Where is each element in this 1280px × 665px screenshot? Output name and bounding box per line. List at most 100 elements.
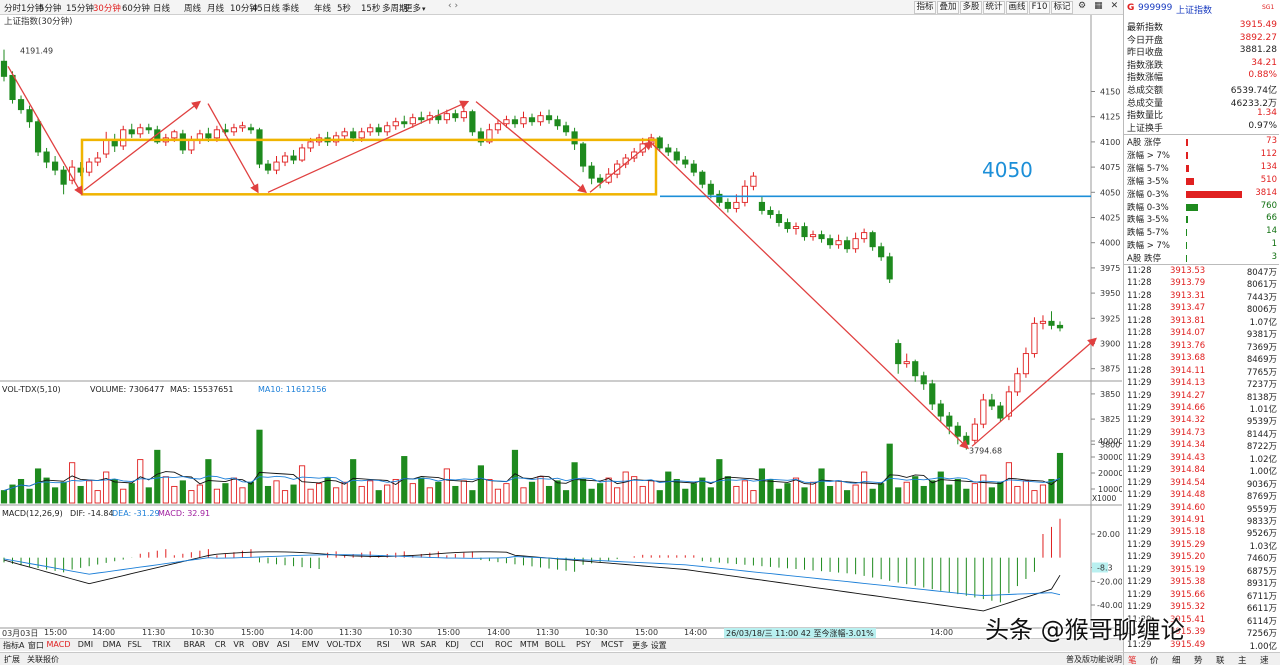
tick-row[interactable]: 11:29 3914.73 8144万 [1124,428,1279,441]
period-2[interactable]: 5分钟 [39,2,61,14]
tool-button-2[interactable]: 多股 [960,1,982,14]
indicator-tab-24[interactable]: 更多 [632,640,648,651]
tool-button-6[interactable]: 标记 [1051,1,1073,14]
panel-tab-0[interactable]: 笔 [1128,654,1137,665]
candle-body [350,131,357,139]
period-16[interactable]: 更多 [404,2,426,14]
expand-button[interactable]: 扩展 [4,654,20,665]
tick-row[interactable]: 11:29 3914.54 9036万 [1124,478,1279,491]
panel-tab-6[interactable]: 速 [1260,654,1269,665]
tick-row[interactable]: 11:29 3914.84 1.00亿 [1124,465,1279,478]
period-8[interactable]: 月线 [207,2,224,14]
security-code[interactable]: 999999 [1138,3,1172,13]
indicator-tab-11[interactable]: ASI [277,640,290,649]
tick-row[interactable]: 11:29 3915.19 6875万 [1124,565,1279,578]
indicator-tab-8[interactable]: CR [215,640,226,649]
indicator-tab-4[interactable]: DMA [103,640,122,649]
panel-tab-1[interactable]: 价 [1150,654,1159,665]
period-3[interactable]: 15分钟 [66,2,94,14]
tick-row[interactable]: 11:29 3914.27 8138万 [1124,391,1279,404]
tick-row[interactable]: 11:29 3914.91 9833万 [1124,515,1279,528]
tick-row[interactable]: 11:29 3914.66 1.01亿 [1124,403,1279,416]
tick-row[interactable]: 11:28 3913.81 1.07亿 [1124,316,1279,329]
tick-row[interactable]: 11:28 3913.31 7443万 [1124,291,1279,304]
tool-button-3[interactable]: 统计 [983,1,1005,14]
grid-icon[interactable]: ▦ [1094,1,1103,11]
panel-tab-2[interactable]: 细 [1172,654,1181,665]
indicator-tab-12[interactable]: EMV [302,640,319,649]
indicator-tab-13[interactable]: VOL-TDX [327,640,362,649]
indicator-tab-21[interactable]: BOLL [545,640,566,649]
period-4[interactable]: 30分钟 [93,2,121,14]
tool-button-1[interactable]: 叠加 [937,1,959,14]
indicator-tab-23[interactable]: MCST [601,640,623,649]
tick-volume: 7237万 [1246,380,1277,391]
candlestick-chart[interactable]: 4150 4125 4100 4075 4050 4025 4000 3975 3950 3925… [0,15,1123,638]
tick-row[interactable]: 11:28 3913.79 8061万 [1124,278,1279,291]
breadth-label: 跌幅 > 7% [1127,241,1171,252]
gear-icon[interactable]: ⚙ [1078,1,1086,11]
period-0[interactable]: 分时 [4,2,21,14]
tick-row[interactable]: 11:29 3914.43 1.02亿 [1124,453,1279,466]
tick-row[interactable]: 11:29 3914.13 7237万 [1124,378,1279,391]
tick-row[interactable]: 11:28 3914.07 9381万 [1124,328,1279,341]
security-name[interactable]: 上证指数 [1176,3,1212,16]
candle-body [724,201,731,209]
period-nav-arrows[interactable]: ‹ › [448,1,458,11]
close-icon[interactable]: ✕ [1111,1,1119,11]
tool-button-5[interactable]: F10 [1029,1,1050,14]
panel-tab-4[interactable]: 联 [1216,654,1225,665]
period-7[interactable]: 周线 [184,2,201,14]
period-14[interactable]: 15秒 [361,2,380,14]
tick-row[interactable]: 11:29 3914.60 9559万 [1124,503,1279,516]
linked-quotes-button[interactable]: 关联报价 [27,654,59,665]
period-12[interactable]: 年线 [314,2,331,14]
feature-note[interactable]: 普及版功能说明 [1066,654,1122,665]
indicator-tab-2[interactable]: MACD [47,640,71,649]
indicator-tab-15[interactable]: WR [402,640,415,649]
indicator-tab-6[interactable]: TRIX [152,640,170,649]
panel-tab-5[interactable]: 主 [1238,654,1247,665]
indicator-tab-0[interactable]: 指标A [3,640,24,651]
panel-tab-3[interactable]: 势 [1194,654,1203,665]
tool-button-4[interactable]: 画线 [1006,1,1028,14]
volume-bar [1039,484,1047,504]
tick-row[interactable]: 11:29 3914.34 8722万 [1124,440,1279,453]
indicator-tab-5[interactable]: FSL [128,640,142,649]
volume-bar [656,490,663,504]
tick-row[interactable]: 11:28 3913.47 8006万 [1124,303,1279,316]
chart-area[interactable]: 4150 4125 4100 4075 4050 4025 4000 3975 3950 3925… [0,15,1123,638]
tick-row[interactable]: 11:28 3913.76 7369万 [1124,341,1279,354]
tick-row[interactable]: 11:29 3915.18 9526万 [1124,527,1279,540]
indicator-tab-10[interactable]: OBV [252,640,269,649]
tick-row[interactable]: 11:29 3915.29 1.03亿 [1124,540,1279,553]
indicator-tab-1[interactable]: 窗口 [28,640,44,651]
macd-axis-label: -20.00 [1097,577,1122,586]
period-13[interactable]: 5秒 [337,2,351,14]
tick-row[interactable]: 11:29 3915.20 7460万 [1124,552,1279,565]
tick-row[interactable]: 11:29 3914.32 9539万 [1124,415,1279,428]
period-11[interactable]: 季线 [282,2,299,14]
tick-row[interactable]: 11:29 3915.66 6711万 [1124,590,1279,603]
indicator-tab-22[interactable]: PSY [576,640,591,649]
tick-row[interactable]: 11:28 3913.68 8469万 [1124,353,1279,366]
tool-button-0[interactable]: 指标 [914,1,936,14]
indicator-tab-25[interactable]: 设置 [651,640,667,651]
indicator-tab-9[interactable]: VR [233,640,244,649]
tick-row[interactable]: 11:29 3914.48 8769万 [1124,490,1279,503]
period-10[interactable]: 45日线 [252,2,280,14]
indicator-tab-20[interactable]: MTM [520,640,539,649]
tick-row[interactable]: 11:28 3913.53 8047万 [1124,266,1279,279]
stat-label: 指数涨幅 [1127,73,1164,84]
indicator-tab-7[interactable]: BRAR [184,640,206,649]
indicator-tab-16[interactable]: SAR [420,640,436,649]
indicator-tab-18[interactable]: CCI [470,640,484,649]
tick-row[interactable]: 11:29 3915.38 8931万 [1124,577,1279,590]
indicator-tab-14[interactable]: RSI [377,640,390,649]
indicator-tab-17[interactable]: KDJ [445,640,459,649]
tick-row[interactable]: 11:28 3914.11 7765万 [1124,366,1279,379]
indicator-tab-19[interactable]: ROC [495,640,512,649]
period-6[interactable]: 日线 [153,2,170,14]
period-5[interactable]: 60分钟 [122,2,150,14]
indicator-tab-3[interactable]: DMI [78,640,93,649]
